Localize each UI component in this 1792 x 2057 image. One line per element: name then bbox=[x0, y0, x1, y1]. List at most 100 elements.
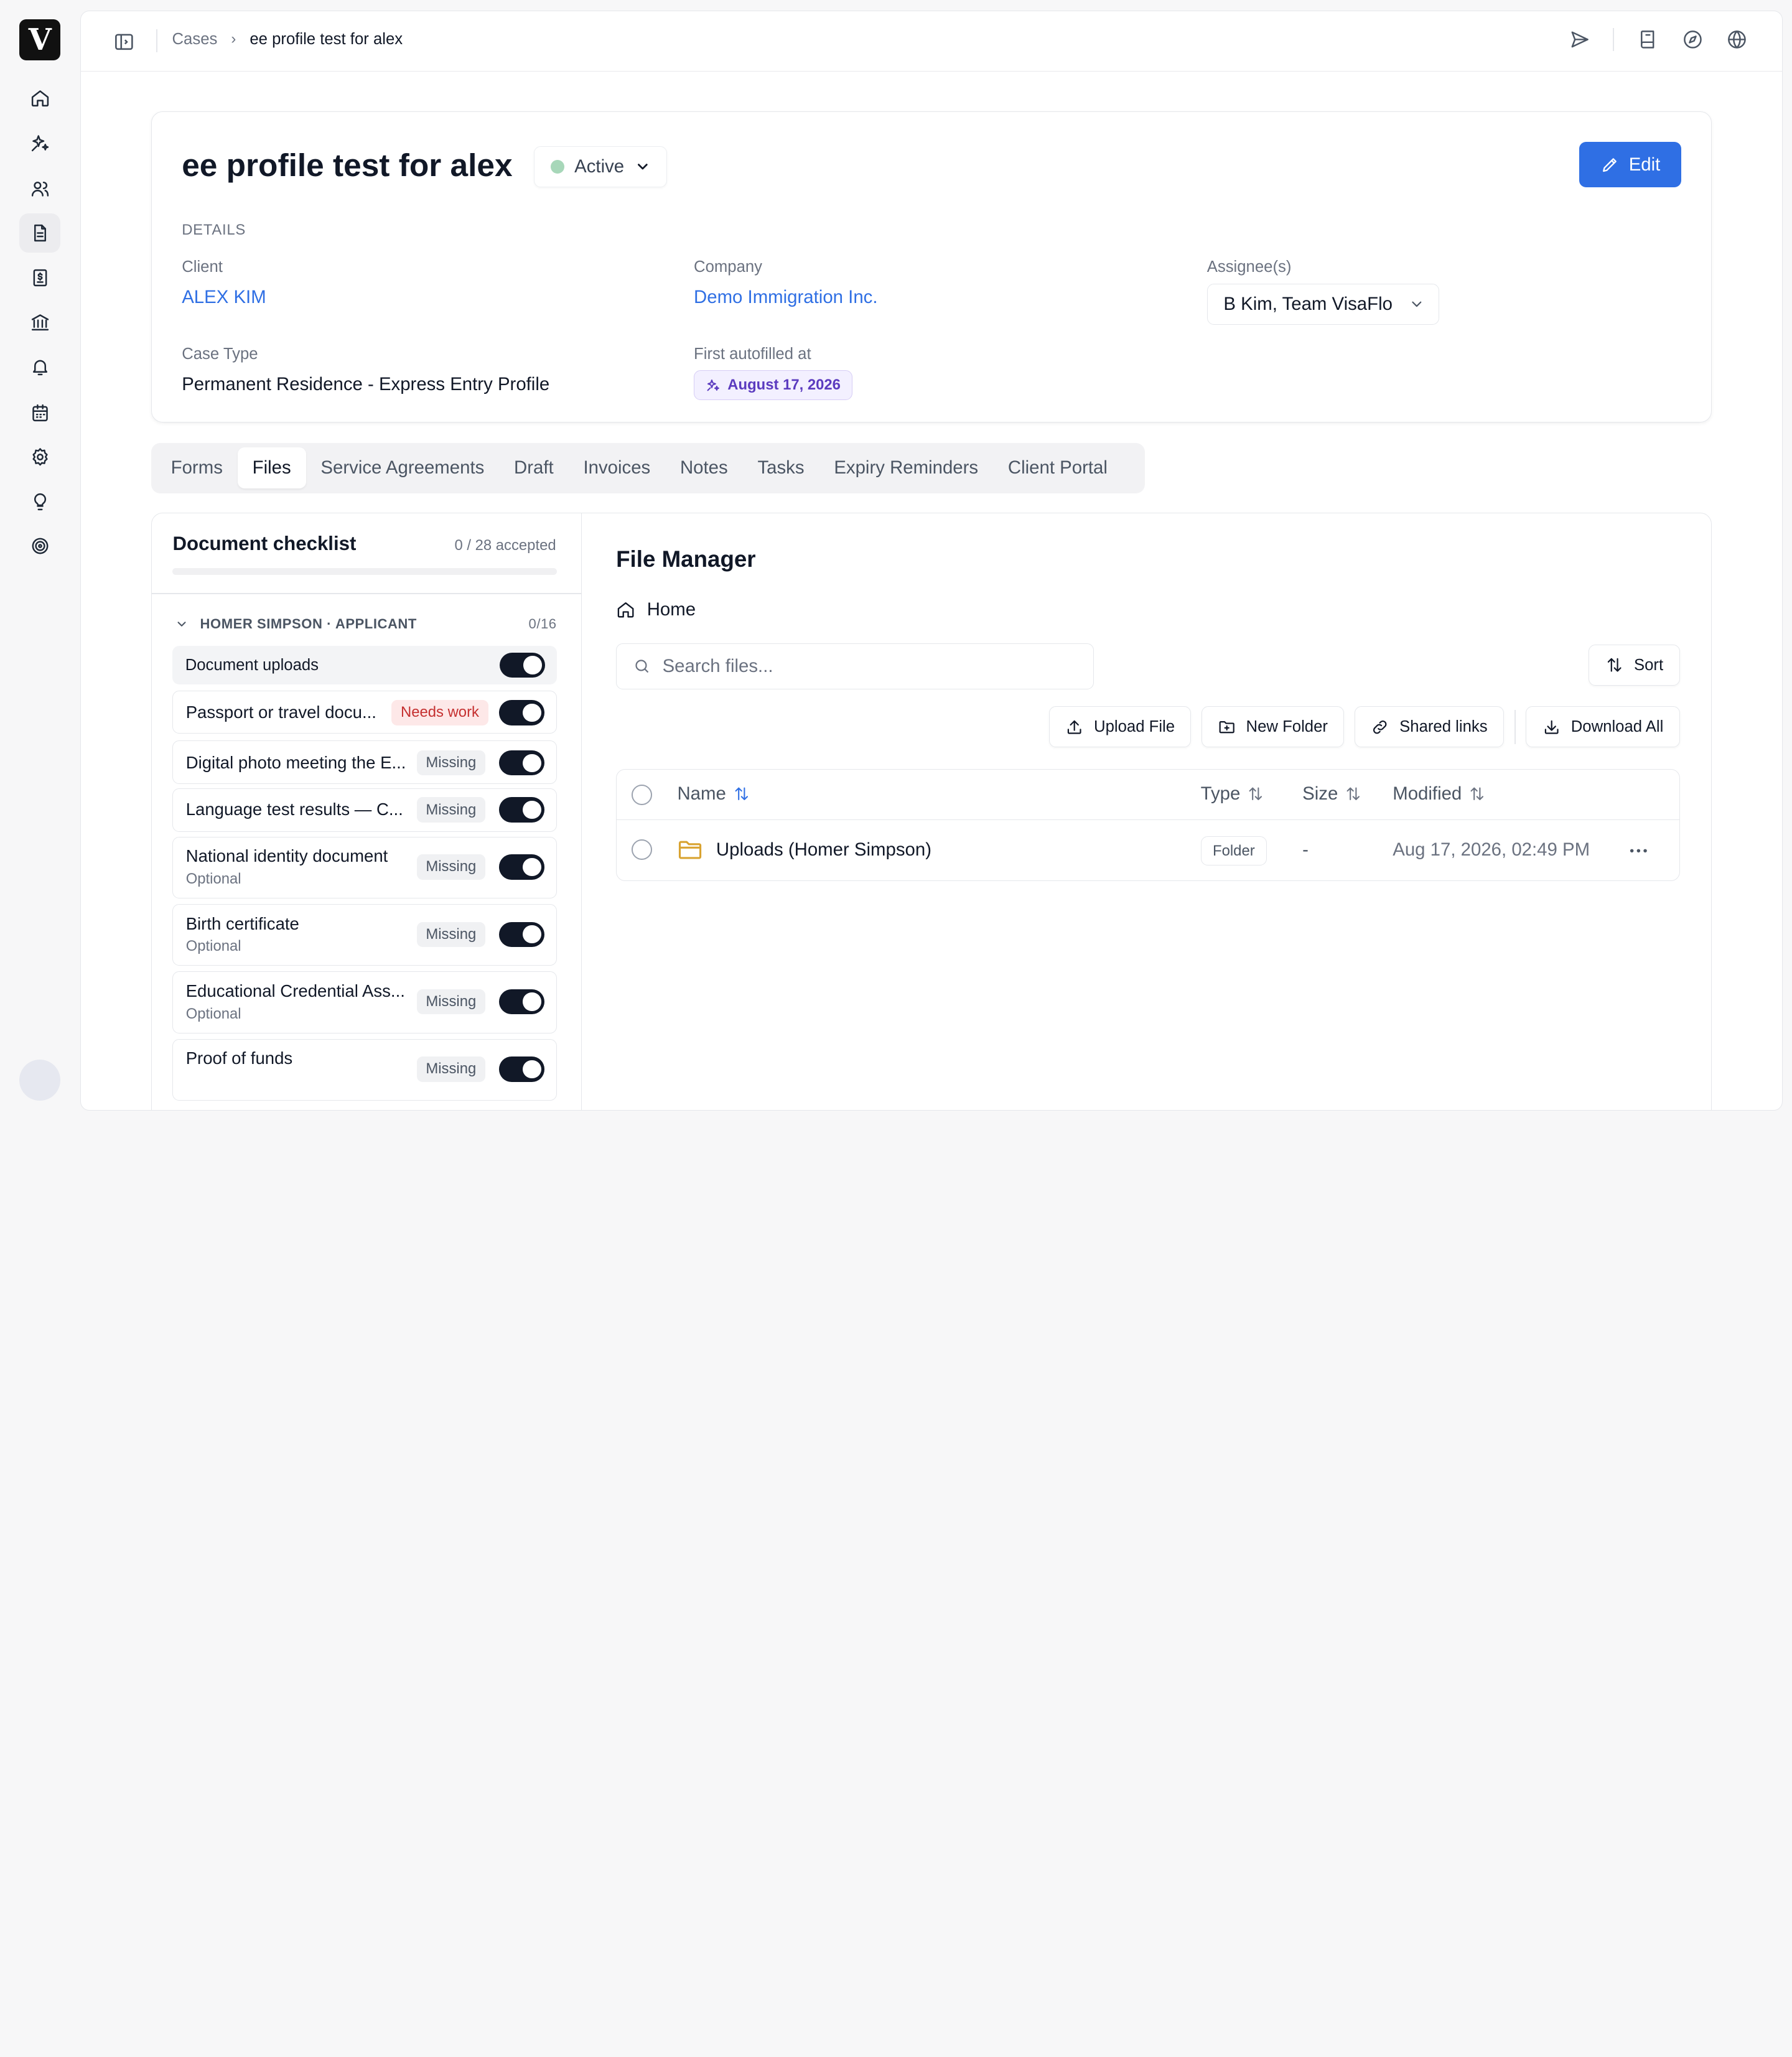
sort-icon bbox=[1346, 788, 1360, 801]
clients-nav-button[interactable] bbox=[19, 169, 60, 208]
more-options-icon[interactable] bbox=[1627, 839, 1650, 862]
settings-nav-button[interactable] bbox=[19, 437, 60, 476]
column-type-label: Type bbox=[1200, 783, 1241, 805]
column-name-label: Name bbox=[677, 783, 726, 805]
autofilled-date-badge: August 17, 2026 bbox=[694, 370, 853, 400]
notifications-nav-button[interactable] bbox=[19, 347, 60, 386]
tab-draft[interactable]: Draft bbox=[499, 447, 568, 488]
new-folder-button[interactable]: New Folder bbox=[1201, 706, 1345, 748]
status-dropdown[interactable]: Active bbox=[533, 146, 668, 188]
chevron-down-icon bbox=[177, 622, 186, 627]
files-table: Name Type Size Modified Uploads (Homer S… bbox=[616, 769, 1681, 882]
user-avatar[interactable] bbox=[19, 1059, 61, 1101]
select-all-checkbox[interactable] bbox=[632, 785, 653, 806]
ideas-nav-button[interactable] bbox=[19, 482, 60, 521]
search-input[interactable]: Search files... bbox=[616, 643, 1094, 689]
column-size-header[interactable]: Size bbox=[1302, 783, 1362, 805]
column-size-label: Size bbox=[1302, 783, 1338, 805]
home-icon bbox=[617, 602, 634, 618]
tab-forms[interactable]: Forms bbox=[156, 447, 238, 488]
calendar-nav-button[interactable] bbox=[19, 393, 60, 432]
download-all-button[interactable]: Download All bbox=[1526, 706, 1681, 748]
checklist-item-toggle[interactable] bbox=[498, 1056, 545, 1082]
sparkle-icon bbox=[31, 135, 49, 152]
checklist-item-name: Language test results — C... bbox=[185, 799, 403, 819]
file-name[interactable]: Uploads (Homer Simpson) bbox=[716, 839, 931, 861]
ai-nav-button[interactable] bbox=[19, 123, 60, 162]
checklist-item[interactable]: Birth certificate Optional Missing bbox=[172, 903, 557, 966]
checklist-item-toggle[interactable] bbox=[498, 854, 545, 880]
targets-nav-button[interactable] bbox=[19, 527, 60, 566]
table-row[interactable]: Uploads (Homer Simpson) Folder - Aug 17,… bbox=[617, 820, 1679, 880]
home-nav-button[interactable] bbox=[19, 79, 60, 118]
column-modified-label: Modified bbox=[1393, 783, 1462, 805]
checklist-item-toggle[interactable] bbox=[498, 700, 545, 725]
case-type-label: Case Type bbox=[182, 345, 258, 363]
tab-notes[interactable]: Notes bbox=[665, 447, 743, 488]
book-icon[interactable] bbox=[1637, 29, 1659, 50]
upload-file-button[interactable]: Upload File bbox=[1049, 706, 1191, 748]
tab-client-portal[interactable]: Client Portal bbox=[993, 447, 1122, 488]
tab-invoices[interactable]: Invoices bbox=[569, 447, 666, 488]
tab-tasks[interactable]: Tasks bbox=[743, 447, 819, 488]
optional-label: Optional bbox=[185, 1005, 241, 1022]
topbar-actions-divider bbox=[1613, 28, 1615, 51]
status-badge: Missing bbox=[416, 921, 485, 947]
app-logo[interactable]: V bbox=[19, 19, 61, 61]
institutions-nav-button[interactable] bbox=[19, 303, 60, 342]
billing-nav-button[interactable] bbox=[19, 258, 60, 297]
assignee-value: B Kim, Team VisaFlo bbox=[1223, 293, 1393, 314]
file-size: - bbox=[1302, 839, 1309, 861]
breadcrumb-cases-link[interactable]: Cases bbox=[172, 30, 217, 49]
gear-icon bbox=[32, 448, 48, 466]
status-badge: Needs work bbox=[391, 700, 488, 725]
edit-button[interactable]: Edit bbox=[1579, 141, 1681, 188]
optional-label: Optional bbox=[185, 870, 241, 887]
applicant-group-header[interactable]: HOMER SIMPSON · APPLICANT 0/16 bbox=[175, 616, 556, 632]
checklist-item[interactable]: Educational Credential Ass... Optional M… bbox=[172, 971, 557, 1033]
sort-icon bbox=[1470, 788, 1484, 801]
checklist-item-name: Digital photo meeting the E... bbox=[185, 752, 406, 772]
status-dot bbox=[550, 160, 564, 174]
column-modified-header[interactable]: Modified bbox=[1393, 783, 1486, 805]
files-section: Document checklist 0 / 28 accepted HOMER… bbox=[151, 512, 1712, 1111]
checklist-item-toggle[interactable] bbox=[498, 750, 545, 776]
shared-links-button[interactable]: Shared links bbox=[1354, 706, 1505, 748]
checklist-item[interactable]: Proof of funds Missing bbox=[172, 1038, 557, 1101]
location-breadcrumb[interactable]: Home bbox=[616, 599, 696, 620]
column-type-header[interactable]: Type bbox=[1201, 783, 1264, 805]
send-icon[interactable] bbox=[1569, 29, 1590, 50]
sidebar-toggle-icon[interactable] bbox=[113, 30, 136, 54]
tab-service-agreements[interactable]: Service Agreements bbox=[306, 447, 500, 488]
tab-expiry-reminders[interactable]: Expiry Reminders bbox=[819, 447, 993, 488]
edit-button-label: Edit bbox=[1628, 154, 1661, 175]
file-modified: Aug 17, 2026, 02:49 PM bbox=[1393, 839, 1590, 861]
bell-icon bbox=[32, 360, 47, 376]
checklist-item[interactable]: Digital photo meeting the E... Missing bbox=[172, 740, 557, 785]
checklist-item[interactable]: National identity document Optional Miss… bbox=[172, 836, 557, 898]
upload-file-label: Upload File bbox=[1094, 717, 1175, 735]
cases-nav-button[interactable] bbox=[19, 213, 61, 253]
document-uploads-toggle[interactable] bbox=[499, 652, 546, 678]
column-name-header[interactable]: Name bbox=[677, 783, 750, 805]
globe-icon[interactable] bbox=[1726, 29, 1748, 50]
compass-icon[interactable] bbox=[1682, 29, 1704, 50]
assignee-label: Assignee(s) bbox=[1206, 258, 1292, 276]
checklist-item-toggle[interactable] bbox=[498, 989, 545, 1015]
checklist-item-toggle[interactable] bbox=[498, 921, 545, 947]
checklist-item[interactable]: Passport or travel docu... Needs work bbox=[172, 690, 557, 734]
checklist-item[interactable]: Language test results — C... Missing bbox=[172, 788, 557, 833]
tab-files[interactable]: Files bbox=[237, 447, 306, 489]
company-link[interactable]: Demo Immigration Inc. bbox=[694, 287, 877, 308]
sort-button[interactable]: Sort bbox=[1589, 645, 1681, 686]
topbar-actions bbox=[1569, 28, 1748, 51]
checklist-item-toggle[interactable] bbox=[498, 797, 545, 823]
client-link[interactable]: ALEX KIM bbox=[182, 287, 266, 308]
bank-icon bbox=[31, 314, 49, 331]
sparkle-icon bbox=[707, 380, 720, 391]
sort-icon bbox=[735, 788, 748, 801]
company-label: Company bbox=[694, 258, 763, 276]
row-checkbox[interactable] bbox=[632, 839, 653, 861]
assignee-select[interactable]: B Kim, Team VisaFlo bbox=[1206, 283, 1439, 325]
status-badge: Missing bbox=[416, 797, 485, 823]
